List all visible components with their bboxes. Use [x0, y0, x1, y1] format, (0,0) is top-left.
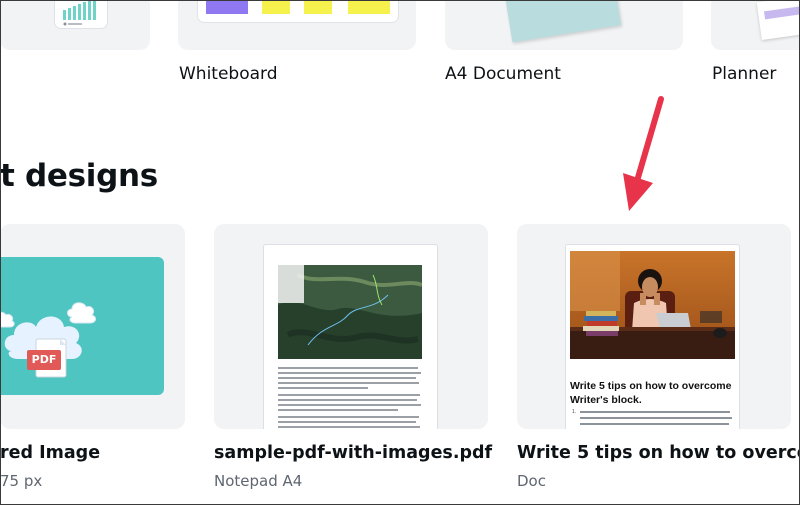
template-label-planner[interactable]: Planner	[712, 64, 776, 84]
teal-image-preview: PDF	[0, 257, 164, 395]
template-label-whiteboard[interactable]: Whiteboard	[179, 64, 278, 84]
pdf-page-preview	[264, 245, 437, 429]
design-title-sample-pdf[interactable]: sample-pdf-with-images.pdf	[214, 443, 492, 463]
pdf-badge: PDF	[27, 350, 61, 370]
design-subtitle-sample-pdf: Notepad A4	[214, 472, 303, 490]
design-title-image[interactable]: red Image	[0, 443, 100, 463]
design-card-sample-pdf[interactable]	[214, 224, 488, 429]
woman-at-desk-photo	[570, 251, 735, 359]
satellite-map-image	[278, 265, 422, 359]
annotation-arrow-icon	[623, 96, 664, 211]
design-card-writers-block-doc[interactable]: Write 5 tips on how to overcome Writer's…	[517, 224, 791, 429]
design-card-image[interactable]: PDF	[0, 224, 185, 429]
doc-page-preview: Write 5 tips on how to overcome Writer's…	[566, 245, 739, 429]
template-thumb-a4-document[interactable]	[445, 0, 683, 50]
template-thumb-planner[interactable]	[711, 0, 800, 50]
section-title-recent-designs: t designs	[0, 158, 158, 194]
template-thumb-partial[interactable]	[0, 0, 150, 50]
design-subtitle-doc: Doc	[517, 472, 546, 490]
doc-list-marker: 1.	[572, 409, 577, 415]
whiteboard-preview	[198, 0, 398, 22]
planner-preview	[756, 0, 800, 40]
template-label-a4-document[interactable]: A4 Document	[445, 64, 561, 84]
doc-heading: Write 5 tips on how to overcome Writer's…	[570, 380, 732, 406]
template-thumb-whiteboard[interactable]	[178, 0, 416, 50]
chart-card-preview	[55, 0, 107, 28]
pdf-cloud-illustration	[0, 302, 97, 378]
design-title-writers-block[interactable]: Write 5 tips on how to overco…	[517, 443, 800, 463]
design-subtitle-image: 75 px	[0, 472, 43, 490]
a4-document-preview	[502, 0, 622, 43]
